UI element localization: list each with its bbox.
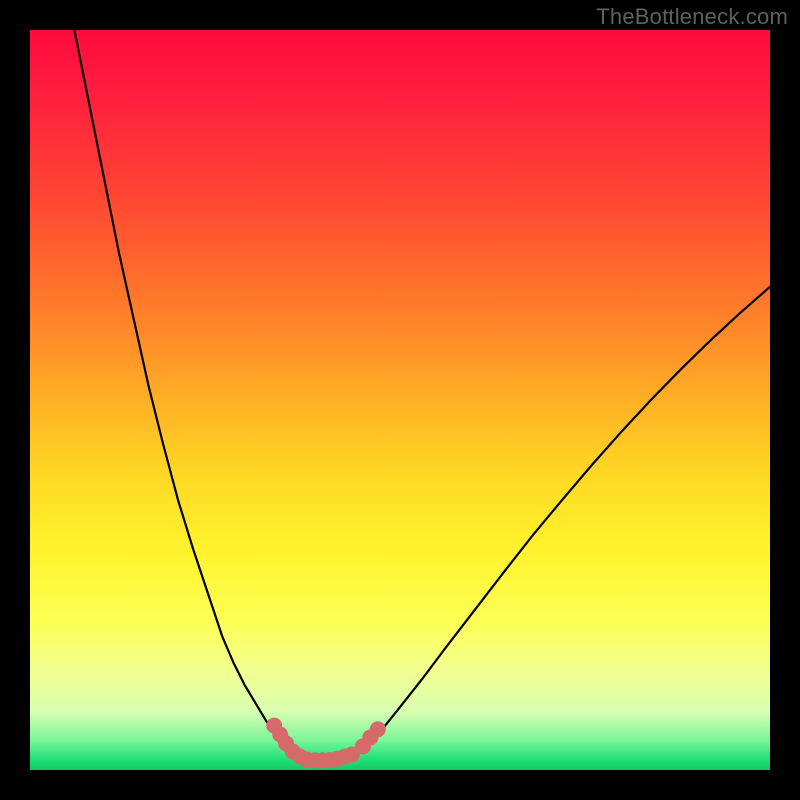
curve-left-curve: [74, 30, 289, 755]
chart-curves: [74, 30, 770, 763]
curve-right-curve: [356, 287, 770, 755]
watermark-text: TheBottleneck.com: [596, 4, 788, 30]
chart-svg: [30, 30, 770, 770]
chart-markers: [266, 718, 386, 769]
chart-plot-area: [30, 30, 770, 770]
chart-frame: TheBottleneck.com: [0, 0, 800, 800]
marker-right-cluster: [370, 721, 386, 737]
